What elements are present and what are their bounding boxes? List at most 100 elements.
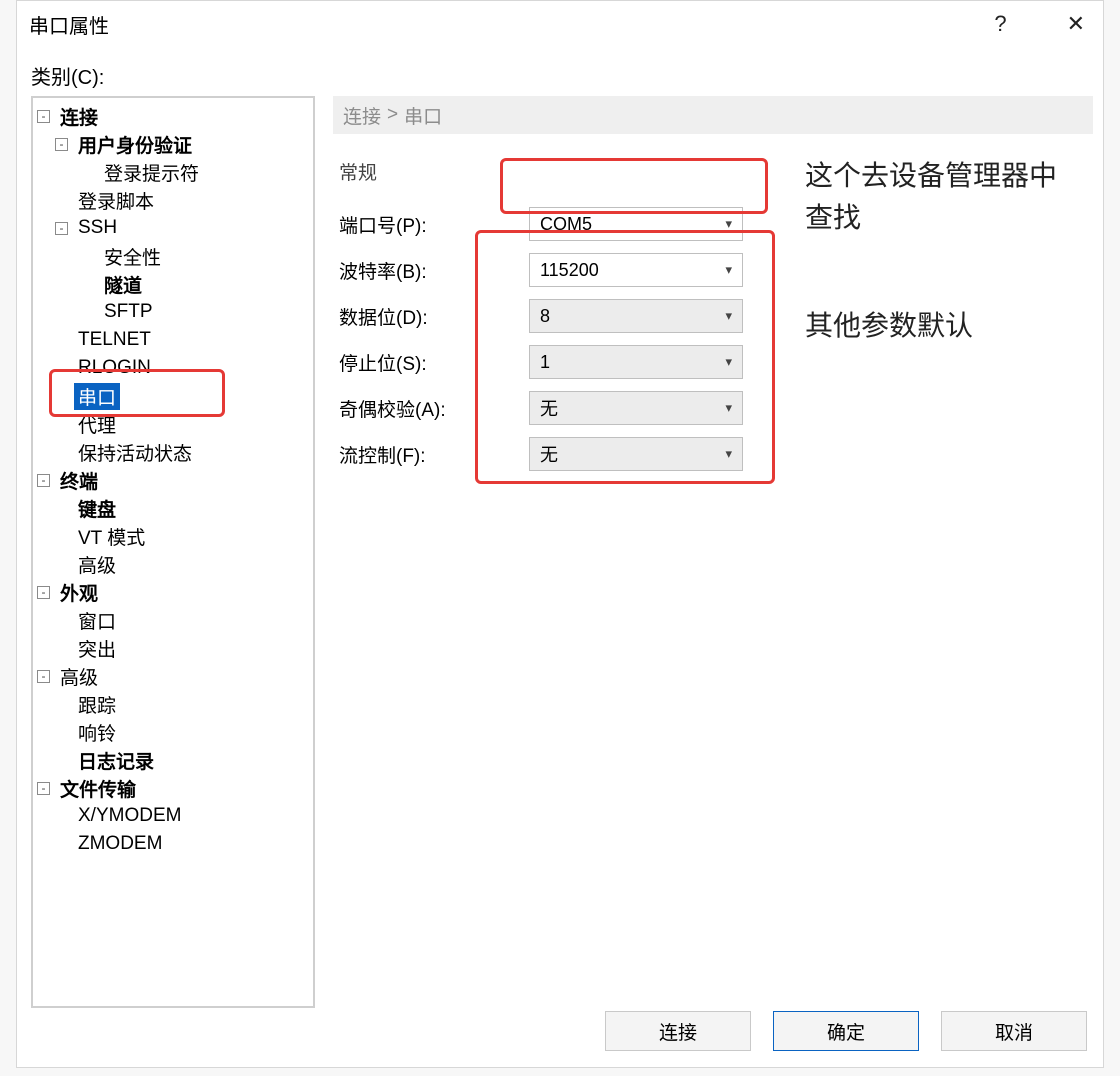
tree-leaf-icon — [81, 250, 94, 263]
tree-node[interactable]: 登录脚本 — [33, 186, 313, 214]
tree-expander-icon[interactable]: - — [37, 474, 50, 487]
tree-node[interactable]: X/YMODEM — [33, 802, 313, 830]
tree-expander-icon[interactable]: - — [55, 138, 68, 151]
tree-node[interactable]: 响铃 — [33, 718, 313, 746]
close-icon[interactable]: ✕ — [1057, 7, 1095, 41]
tree-item[interactable]: 日志记录 — [74, 747, 158, 774]
category-label: 类别(C): — [17, 47, 1103, 96]
tree-item[interactable]: 登录脚本 — [74, 187, 158, 214]
tree-item[interactable]: 外观 — [56, 579, 102, 606]
tree-node[interactable]: -文件传输 — [33, 774, 313, 802]
combo-stop[interactable]: 1 ▾ — [529, 345, 743, 379]
tree-item[interactable]: X/YMODEM — [74, 805, 185, 827]
tree-item[interactable]: 跟踪 — [74, 691, 120, 718]
tree-node[interactable]: -连接 — [33, 102, 313, 130]
label-baud: 波特率(B): — [339, 257, 529, 284]
tree-node[interactable]: 登录提示符 — [33, 158, 313, 186]
tree-leaf-icon — [55, 726, 68, 739]
tree-item[interactable]: 隧道 — [100, 271, 146, 298]
combo-flow[interactable]: 无 ▾ — [529, 437, 743, 471]
dialog-footer: 连接 确定 取消 — [605, 1011, 1087, 1051]
tree-node[interactable]: 突出 — [33, 634, 313, 662]
tree-leaf-icon — [55, 810, 68, 823]
tree-item[interactable]: SFTP — [100, 301, 157, 323]
combo-port[interactable]: COM5 ▾ — [529, 207, 743, 241]
tree-expander-icon[interactable]: - — [37, 782, 50, 795]
tree-node[interactable]: 隧道 — [33, 270, 313, 298]
label-stop: 停止位(S): — [339, 349, 529, 376]
tree-node[interactable]: VT 模式 — [33, 522, 313, 550]
cancel-button[interactable]: 取消 — [941, 1011, 1087, 1051]
tree-node[interactable]: 日志记录 — [33, 746, 313, 774]
tree-node[interactable]: -用户身份验证 — [33, 130, 313, 158]
tree-node[interactable]: 键盘 — [33, 494, 313, 522]
tree-item[interactable]: VT 模式 — [74, 523, 149, 550]
tree-item[interactable]: 连接 — [56, 103, 102, 130]
tree-expander-icon[interactable]: - — [37, 110, 50, 123]
tree-leaf-icon — [55, 754, 68, 767]
tree-node[interactable]: 安全性 — [33, 242, 313, 270]
tree-node[interactable]: TELNET — [33, 326, 313, 354]
tree-node[interactable]: 保持活动状态 — [33, 438, 313, 466]
tree-node[interactable]: 窗口 — [33, 606, 313, 634]
tree-item[interactable]: ZMODEM — [74, 833, 166, 855]
tree-leaf-icon — [55, 502, 68, 515]
tree-item[interactable]: 高级 — [74, 551, 120, 578]
tree-item[interactable]: 突出 — [74, 635, 120, 662]
tree-leaf-icon — [55, 362, 68, 375]
tree-leaf-icon — [55, 446, 68, 459]
ok-button[interactable]: 确定 — [773, 1011, 919, 1051]
tree-node[interactable]: -高级 — [33, 662, 313, 690]
category-tree[interactable]: -连接-用户身份验证登录提示符登录脚本-SSH安全性隧道SFTPTELNETRL… — [31, 96, 315, 1008]
tree-expander-icon[interactable]: - — [55, 222, 68, 235]
breadcrumb-sep: > — [387, 104, 398, 126]
tree-node[interactable]: 代理 — [33, 410, 313, 438]
dialog-serial-properties: 串口属性 ? ✕ 类别(C): -连接-用户身份验证登录提示符登录脚本-SSH安… — [16, 0, 1104, 1068]
combo-baud[interactable]: 115200 ▾ — [529, 253, 743, 287]
tree-item[interactable]: 终端 — [56, 467, 102, 494]
tree-expander-icon[interactable]: - — [37, 586, 50, 599]
chevron-down-icon: ▾ — [725, 400, 732, 416]
help-icon[interactable]: ? — [984, 7, 1016, 41]
tree-item[interactable]: 保持活动状态 — [74, 439, 196, 466]
tree-node[interactable]: -终端 — [33, 466, 313, 494]
tree-item[interactable]: 响铃 — [74, 719, 120, 746]
tree-leaf-icon — [81, 278, 94, 291]
tree-node[interactable]: -外观 — [33, 578, 313, 606]
tree-leaf-icon — [55, 418, 68, 431]
combo-parity[interactable]: 无 ▾ — [529, 391, 743, 425]
annotation-text-2: 其他参数默认 — [805, 306, 1065, 348]
tree-expander-icon[interactable]: - — [37, 670, 50, 683]
combo-data[interactable]: 8 ▾ — [529, 299, 743, 333]
tree-item[interactable]: 代理 — [74, 411, 120, 438]
tree-node[interactable]: SFTP — [33, 298, 313, 326]
tree-node[interactable]: ZMODEM — [33, 830, 313, 858]
tree-item[interactable]: 键盘 — [74, 495, 120, 522]
row-flow: 流控制(F): 无 ▾ — [339, 431, 1099, 477]
tree-node[interactable]: 跟踪 — [33, 690, 313, 718]
tree-node[interactable]: -SSH — [33, 214, 313, 242]
tree-leaf-icon — [55, 698, 68, 711]
label-flow: 流控制(F): — [339, 441, 529, 468]
tree-item[interactable]: 窗口 — [74, 607, 120, 634]
annotation-text-1: 这个去设备管理器中查找 — [805, 156, 1065, 240]
chevron-down-icon: ▾ — [725, 354, 732, 370]
breadcrumb: 连接 > 串口 — [333, 96, 1093, 134]
tree-item[interactable]: 高级 — [56, 663, 102, 690]
tree-leaf-icon — [55, 530, 68, 543]
row-parity: 奇偶校验(A): 无 ▾ — [339, 385, 1099, 431]
tree-node[interactable]: 串口 — [33, 382, 313, 410]
tree-node[interactable]: RLOGIN — [33, 354, 313, 382]
tree-item[interactable]: 登录提示符 — [100, 159, 203, 186]
tree-item[interactable]: 安全性 — [100, 243, 165, 270]
tree-item[interactable]: SSH — [74, 217, 121, 239]
tree-node[interactable]: 高级 — [33, 550, 313, 578]
connect-button[interactable]: 连接 — [605, 1011, 751, 1051]
tree-item[interactable]: 文件传输 — [56, 775, 140, 802]
tree-item[interactable]: 用户身份验证 — [74, 131, 196, 158]
tree-item[interactable]: TELNET — [74, 329, 155, 351]
chevron-down-icon: ▾ — [725, 216, 732, 232]
tree-item[interactable]: RLOGIN — [74, 357, 155, 379]
chevron-down-icon: ▾ — [725, 446, 732, 462]
tree-item[interactable]: 串口 — [74, 383, 120, 410]
